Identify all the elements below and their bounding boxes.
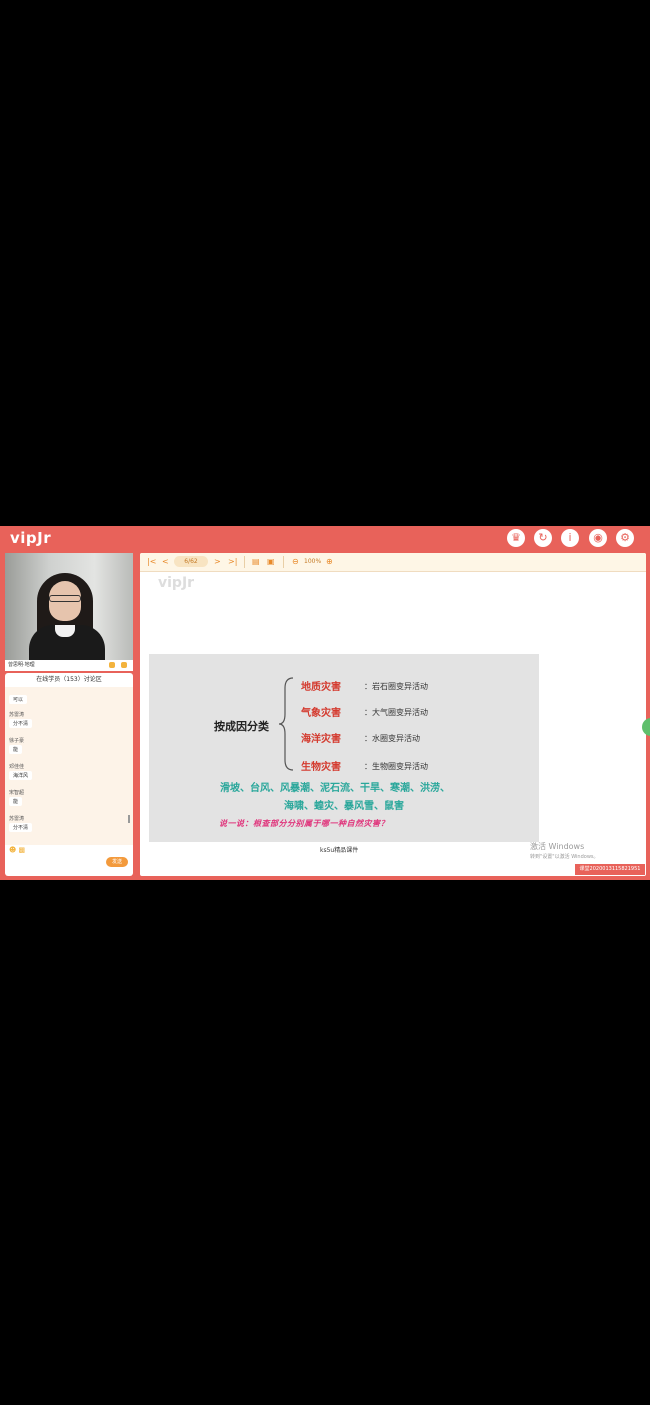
slide-toolbar: |< < 6/62 > >| ▤ ▣ ⊖ 100% ⊕: [140, 553, 646, 572]
fullscreen-icon[interactable]: [121, 662, 127, 668]
brace-shape: [278, 677, 294, 771]
top-bar: vipJr ♛ ↻ i ◉ ⚙: [0, 526, 650, 552]
zoom-in-icon[interactable]: ⊕: [326, 556, 333, 568]
chat-tools: ☻ ▩: [9, 846, 25, 854]
disaster-list-line1: 滑坡、台风、风暴潮、泥石流、干旱、寒潮、洪涝、: [220, 783, 450, 794]
video-caption: 曾思明·地理: [5, 660, 133, 671]
activity-ocean: ：水圈变异活动: [364, 734, 420, 743]
slide-logo: vipJr: [158, 575, 195, 591]
hazard-ocean: 海洋灾害: [301, 734, 341, 745]
chat-panel: 在线学员（153）讨论区 可以 苏雷涛 分不清 徐子豪 能 邓佳佳 海洋风 宋智…: [5, 673, 133, 876]
discussion-prompt: 说一说：根查部分分别属于哪一种自然灾害？: [219, 818, 389, 828]
refresh-icon[interactable]: ↻: [534, 529, 552, 547]
image-icon[interactable]: ▩: [19, 846, 26, 854]
microphone-icon[interactable]: [109, 662, 115, 668]
vipjr-logo: vipJr: [10, 529, 52, 547]
session-id-badge: 课堂2020013115821951: [575, 864, 645, 875]
hazard-geology: 地质灾害: [301, 682, 341, 693]
chat-message: 邓佳佳 海洋风: [9, 763, 33, 780]
chat-message: 宋智超 能: [9, 790, 25, 806]
trophy-icon[interactable]: ♛: [507, 529, 525, 547]
first-page-icon[interactable]: |<: [147, 556, 156, 568]
prev-page-icon[interactable]: <: [162, 556, 169, 568]
chat-message: 徐子豪 能: [9, 738, 25, 754]
disaster-list-line2: 海啸、蝗灾、暴风雪、鼠害: [284, 801, 404, 812]
category-label: 按成因分类: [214, 720, 269, 733]
chat-header: 在线学员（153）讨论区: [36, 676, 102, 683]
activity-biology: ：生物圈变异活动: [364, 762, 428, 771]
emoji-icon[interactable]: ☻: [9, 846, 16, 854]
zoom-out-icon[interactable]: ⊖: [292, 556, 299, 568]
info-icon[interactable]: i: [561, 529, 579, 547]
slide-viewer: |< < 6/62 > >| ▤ ▣ ⊖ 100% ⊕ vipJr 按成因分类 …: [140, 553, 646, 876]
gear-icon[interactable]: ⚙: [616, 529, 634, 547]
zoom-level: 100%: [304, 558, 322, 565]
send-button[interactable]: 发送: [106, 857, 128, 867]
last-page-icon[interactable]: >|: [228, 556, 237, 568]
teacher-name: 曾思明·地理: [8, 662, 35, 668]
slide-content: 按成因分类 地质灾害 ：岩石圈变异活动 气象灾害 ：大气圈变异活动 海洋灾害 ：…: [149, 654, 539, 842]
page-indicator: 6/62: [174, 556, 208, 567]
chat-message: 可以: [9, 694, 28, 704]
slide-footer: ks5u精品课件: [320, 847, 359, 854]
windows-activation-watermark: 激活 Windows 转到"设置"以激活 Windows。: [530, 842, 599, 860]
hazard-weather: 气象灾害: [301, 708, 341, 719]
chat-scrollbar[interactable]: [128, 815, 130, 823]
activity-geology: ：岩石圈变异活动: [364, 682, 428, 691]
classroom-app: vipJr ♛ ↻ i ◉ ⚙ 曾思明·地理 在线学员（153）讨论区 可以 苏…: [0, 526, 650, 880]
chat-message: 苏雷涛 分不清: [9, 711, 33, 728]
teacher-video: [5, 553, 133, 660]
chat-messages[interactable]: 可以 苏雷涛 分不清 徐子豪 能 邓佳佳 海洋风 宋智超 能 苏雷涛 分不清: [5, 687, 133, 845]
next-page-icon[interactable]: >: [214, 556, 221, 568]
eye-icon[interactable]: ◉: [589, 529, 607, 547]
copy-icon[interactable]: ▣: [267, 556, 275, 568]
hazard-biology: 生物灾害: [301, 762, 341, 773]
document-icon[interactable]: ▤: [252, 556, 260, 568]
activity-weather: ：大气圈变异活动: [364, 708, 428, 717]
chat-message: 苏雷涛 分不清: [9, 815, 33, 832]
